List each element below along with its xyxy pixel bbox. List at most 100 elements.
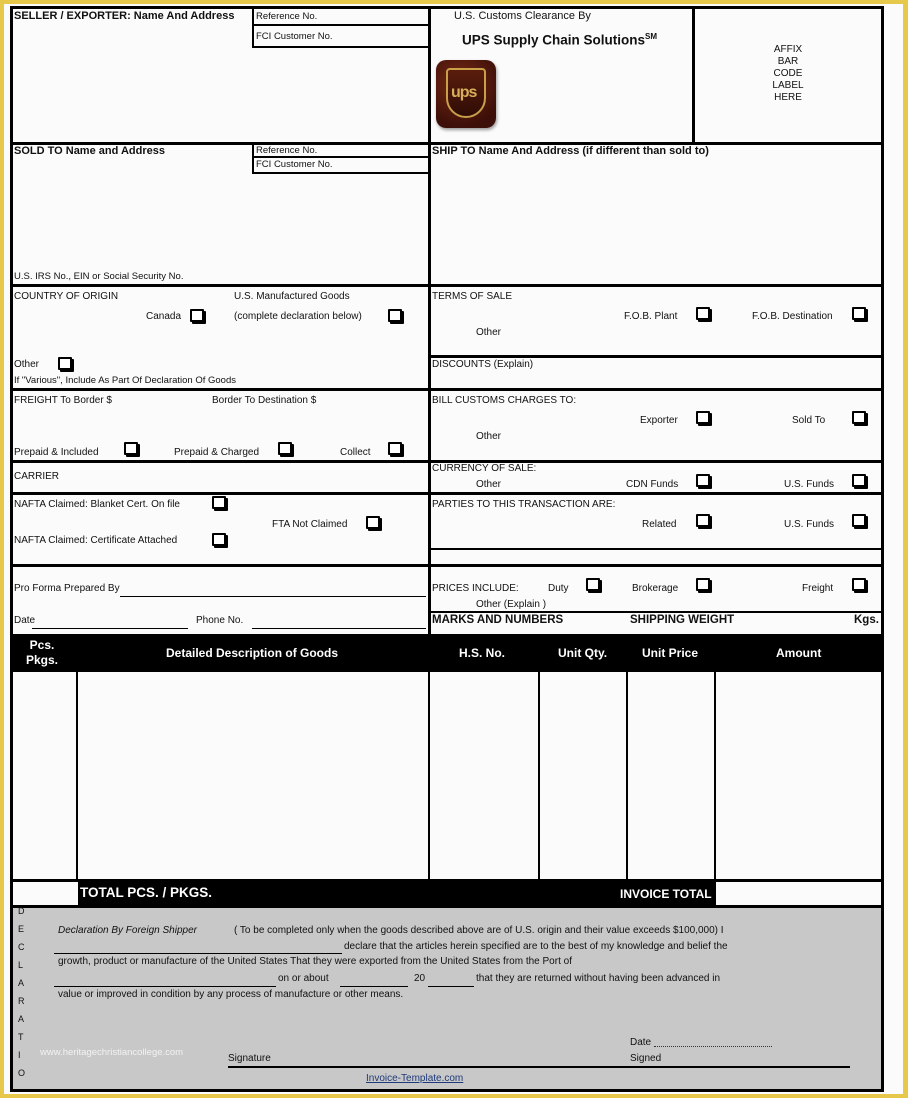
barcode-line: AFFIX: [773, 44, 803, 55]
ship-to-label: SHIP TO Name And Address (if different t…: [432, 145, 709, 157]
ship-to-address-field[interactable]: [432, 160, 878, 280]
signature-field[interactable]: [228, 1066, 850, 1068]
fob-destination-label: F.O.B. Destination: [752, 311, 833, 322]
total-pcs-field[interactable]: [13, 882, 76, 905]
terms-of-sale-label: TERMS OF SALE: [432, 291, 513, 302]
barcode-line: HERE: [774, 92, 802, 103]
prepaid-included-checkbox[interactable]: [124, 442, 138, 455]
prices-include-label: PRICES INCLUDE:: [432, 583, 519, 594]
exporter-checkbox[interactable]: [696, 411, 710, 424]
col-header-description: Detailed Description of Goods: [166, 646, 339, 660]
terms-other-label: Other: [476, 327, 502, 338]
fta-not-claimed-checkbox[interactable]: [366, 516, 380, 529]
related-checkbox[interactable]: [696, 514, 710, 527]
prepaid-charged-checkbox[interactable]: [278, 442, 292, 455]
ref-line-2: [252, 46, 428, 48]
freight-label: Freight: [802, 583, 834, 594]
brokerage-checkbox[interactable]: [696, 578, 710, 591]
row-line: [428, 611, 884, 613]
declaration-line3: growth, product or manufacture of the Un…: [58, 956, 572, 967]
row-line: [10, 492, 884, 495]
brokerage-label: Brokerage: [632, 583, 679, 594]
discounts-field[interactable]: [560, 359, 878, 385]
service-mark: SM: [645, 32, 658, 41]
bill-sold-to-checkbox[interactable]: [852, 411, 866, 424]
form-border-top: [10, 6, 884, 9]
barcode-line: LABEL: [772, 80, 804, 91]
company-name: UPS Supply Chain SolutionsSM: [462, 29, 657, 49]
ups-logo-text: ups: [451, 84, 477, 101]
side-letter: I: [18, 1050, 21, 1060]
cell-description[interactable]: [79, 673, 427, 879]
collect-checkbox[interactable]: [388, 442, 402, 455]
cdn-funds-checkbox[interactable]: [696, 474, 710, 487]
invoice-template-link[interactable]: Invoice-Template.com: [366, 1073, 463, 1085]
sold-to-address-field[interactable]: [14, 160, 250, 266]
ref-line-4: [252, 172, 428, 174]
nafta-blanket-checkbox[interactable]: [212, 496, 226, 509]
date-day-field[interactable]: [340, 986, 408, 987]
reference-no-label[interactable]: Reference No.: [256, 11, 317, 23]
date-field[interactable]: [32, 628, 188, 629]
ref-divider-sold: [252, 142, 254, 174]
col-divider: [626, 672, 628, 882]
prices-other-label: Other (Explain ): [476, 599, 547, 610]
side-letter: A: [18, 978, 25, 988]
side-letter: T: [18, 1032, 24, 1042]
col-header-unit-price: Unit Price: [642, 646, 699, 660]
col-header-pcs: Pcs. Pkgs.: [26, 638, 58, 668]
bill-other-label: Other: [476, 431, 502, 442]
side-letter: L: [18, 960, 24, 970]
us-goods-label: U.S. Manufactured Goods: [234, 291, 350, 302]
cell-amount[interactable]: [717, 673, 879, 879]
invoice-total-field[interactable]: [717, 882, 879, 905]
cell-pcs[interactable]: [13, 673, 75, 879]
declaration-line5: value or improved in condition by any pr…: [58, 989, 404, 1000]
sold-reference-no-label[interactable]: Reference No.: [256, 145, 317, 157]
declaration-line1: ( To be completed only when the goods de…: [234, 925, 724, 936]
barcode-line: CODE: [773, 68, 803, 79]
row-line: [10, 564, 884, 567]
carrier-field[interactable]: [70, 466, 424, 488]
cell-hs-no[interactable]: [431, 673, 537, 879]
decl-date-field[interactable]: [654, 1046, 772, 1047]
col-divider: [538, 672, 540, 882]
freight-checkbox[interactable]: [852, 578, 866, 591]
duty-checkbox[interactable]: [586, 578, 600, 591]
canada-label: Canada: [146, 311, 182, 322]
prepared-by-field[interactable]: [120, 596, 426, 597]
cell-unit-price[interactable]: [629, 673, 713, 879]
us-funds-checkbox[interactable]: [852, 474, 866, 487]
fob-plant-checkbox[interactable]: [696, 307, 710, 320]
fob-plant-label: F.O.B. Plant: [624, 311, 678, 322]
watermark-text: www.heritagechristiancollege.com: [40, 1047, 184, 1058]
us-goods-checkbox[interactable]: [388, 309, 402, 322]
col-divider: [76, 672, 78, 882]
parties-us-funds-checkbox[interactable]: [852, 514, 866, 527]
sold-fci-customer-no-label[interactable]: FCI Customer No.: [256, 159, 333, 171]
collect-label: Collect: [340, 447, 371, 458]
customs-clearance-label: U.S. Customs Clearance By: [454, 10, 591, 22]
canada-checkbox[interactable]: [190, 309, 204, 322]
middle-divider: [428, 6, 431, 634]
port-field[interactable]: [54, 986, 276, 987]
col-divider: [428, 672, 430, 882]
side-letter: D: [18, 906, 25, 916]
phone-field[interactable]: [252, 628, 426, 629]
year-field[interactable]: [428, 986, 474, 987]
cell-unit-qty[interactable]: [541, 673, 625, 879]
col-header-pcs-line2: Pkgs.: [26, 653, 59, 667]
nafta-attached-checkbox[interactable]: [212, 533, 226, 546]
invoice-total-label: INVOICE TOTAL: [620, 887, 712, 901]
irs-label[interactable]: U.S. IRS No., EIN or Social Security No.: [14, 271, 183, 283]
barcode-line: BAR: [777, 56, 799, 67]
border-to-destination-label: Border To Destination $: [212, 395, 317, 406]
fci-customer-no-label[interactable]: FCI Customer No.: [256, 31, 333, 43]
origin-other-checkbox[interactable]: [58, 357, 72, 370]
duty-label: Duty: [548, 583, 569, 594]
barcode-area: AFFIX BAR CODE LABEL HERE: [695, 44, 881, 104]
seller-address-field[interactable]: [14, 26, 250, 138]
decl-date-label: Date: [630, 1037, 652, 1048]
declarant-name-field[interactable]: [54, 953, 342, 954]
fob-destination-checkbox[interactable]: [852, 307, 866, 320]
